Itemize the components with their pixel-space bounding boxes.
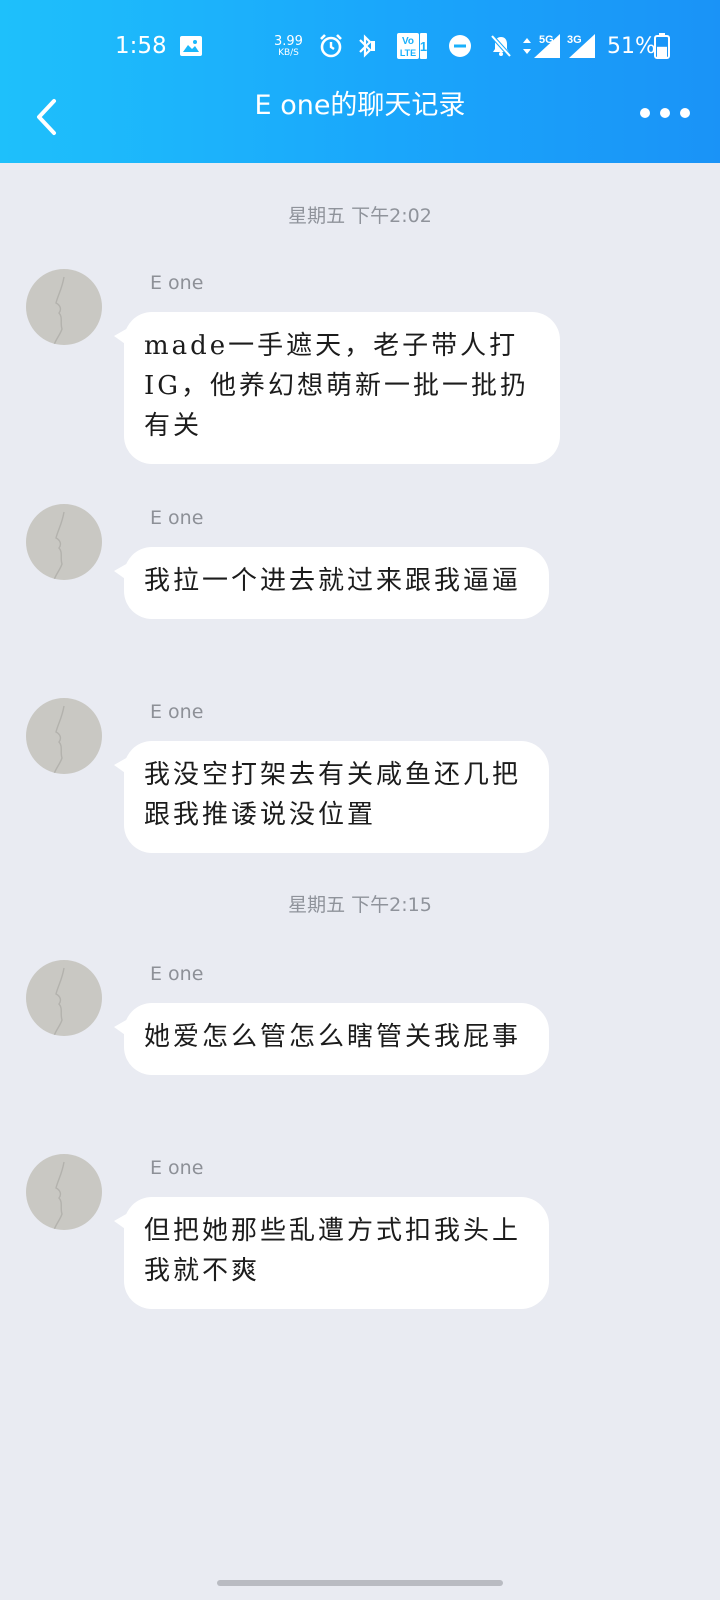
- avatar[interactable]: [26, 960, 102, 1036]
- data-transfer-icon: [522, 22, 532, 70]
- message-bubble[interactable]: 我拉一个进去就过来跟我逼逼: [114, 547, 549, 619]
- signal-sim1-icon: 5G: [532, 22, 562, 70]
- sender-name: E one: [150, 963, 204, 985]
- more-dot: [640, 108, 650, 118]
- app-header: 1:58 3.99 KB/S Vo LTE 1 5G 3G 51% E one的…: [0, 0, 720, 163]
- battery-percent: 51%: [607, 33, 656, 59]
- volte-sim-number: 1: [420, 39, 427, 54]
- do-not-disturb-icon: [448, 22, 472, 70]
- sender-name: E one: [150, 701, 204, 723]
- page-title: E one的聊天记录: [254, 90, 466, 121]
- more-dot: [680, 108, 690, 118]
- signal-sim2-label: 3G: [567, 34, 582, 46]
- message-bubble[interactable]: made一手遮天，老子带人打IG，他养幻想萌新一批一批扔有关: [114, 312, 560, 464]
- message-bubble[interactable]: 我没空打架去有关咸鱼还几把跟我推诿说没位置: [114, 741, 549, 853]
- status-bar: 1:58 3.99 KB/S Vo LTE 1 5G 3G 51%: [0, 22, 720, 70]
- volte-label-top: Vo: [402, 36, 414, 47]
- status-time: 1:58: [115, 33, 167, 59]
- chat-history[interactable]: 星期五 下午2:02 E one made一手遮天，老子带人打IG，他养幻想萌新…: [0, 163, 720, 1600]
- volte-icon: Vo LTE 1: [397, 22, 427, 70]
- timestamp: 星期五 下午2:02: [288, 205, 432, 227]
- battery-icon: [654, 22, 670, 70]
- signal-sim2-icon: 3G: [567, 22, 597, 70]
- avatar[interactable]: [26, 1154, 102, 1230]
- network-speed-value: 3.99: [274, 33, 303, 49]
- notifications-muted-icon: [488, 22, 514, 70]
- message-bubble[interactable]: 但把她那些乱遭方式扣我头上我就不爽: [114, 1197, 549, 1309]
- alarm-icon: [318, 22, 344, 70]
- home-indicator[interactable]: [217, 1580, 503, 1586]
- bluetooth-icon: [356, 22, 376, 70]
- sender-name: E one: [150, 272, 204, 294]
- message-bubble[interactable]: 她爱怎么管怎么瞎管关我屁事: [114, 1003, 549, 1075]
- more-options-button[interactable]: [640, 98, 690, 128]
- more-dot: [660, 108, 670, 118]
- avatar[interactable]: [26, 269, 102, 345]
- image-notification-icon: [180, 22, 202, 70]
- timestamp: 星期五 下午2:15: [288, 894, 432, 916]
- volte-label-bottom: LTE: [400, 48, 416, 58]
- avatar[interactable]: [26, 698, 102, 774]
- network-speed-unit: KB/S: [278, 47, 299, 58]
- sender-name: E one: [150, 507, 204, 529]
- avatar[interactable]: [26, 504, 102, 580]
- title-bar: E one的聊天记录: [0, 80, 720, 150]
- network-speed: 3.99 KB/S: [274, 22, 303, 70]
- sender-name: E one: [150, 1157, 204, 1179]
- signal-sim1-label: 5G: [539, 34, 554, 46]
